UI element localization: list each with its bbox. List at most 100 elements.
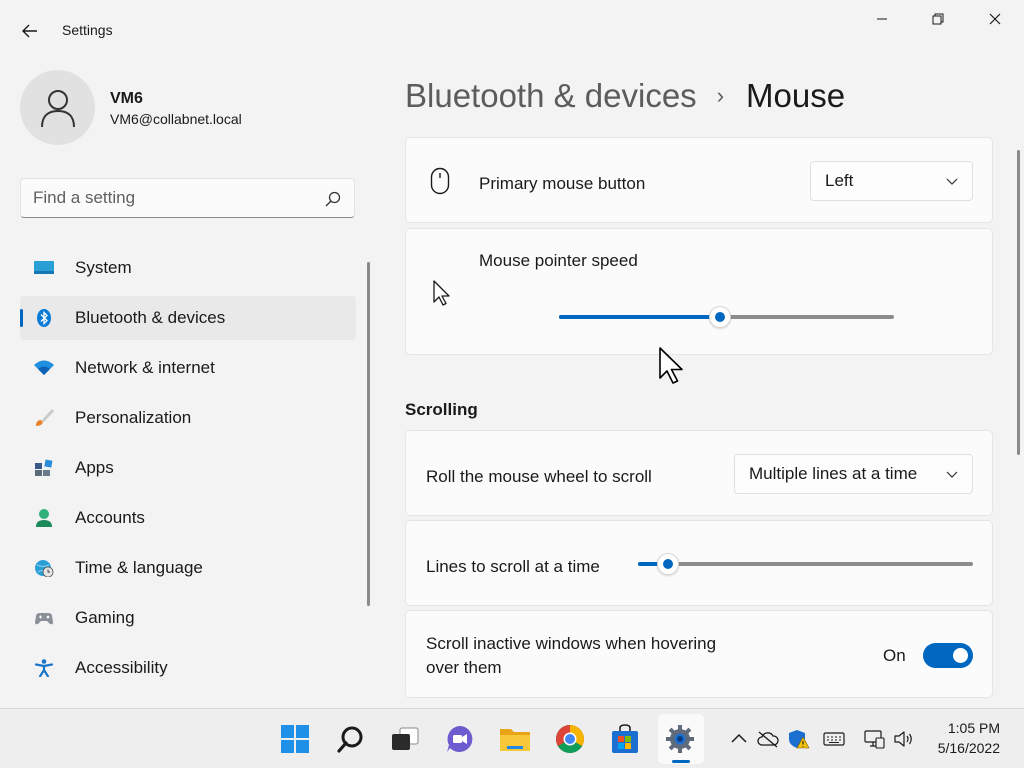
- roll-wheel-dropdown[interactable]: Multiple lines at a time: [734, 454, 973, 494]
- person-icon: [40, 89, 75, 127]
- lines-to-scroll-slider[interactable]: [638, 562, 973, 566]
- globe-clock-icon: [35, 560, 54, 577]
- chevron-down-icon: [946, 178, 958, 185]
- minimize-button[interactable]: [854, 4, 910, 34]
- search-box[interactable]: [20, 178, 355, 218]
- sidebar-item-label: Network & internet: [75, 358, 215, 377]
- scroll-inactive-label-line2: over them: [426, 658, 502, 677]
- pointer-speed-slider-fill: [559, 315, 720, 319]
- sidebar-scrollbar[interactable]: [367, 262, 370, 606]
- avatar[interactable]: [20, 70, 95, 145]
- sidebar-item-network[interactable]: Network & internet: [20, 346, 356, 390]
- lines-to-scroll-card: Lines to scroll at a time: [405, 520, 993, 606]
- page-title: Mouse: [746, 77, 846, 114]
- active-app-indicator: [672, 760, 690, 763]
- taskbar-search-button[interactable]: [334, 722, 368, 756]
- user-email: VM6@collabnet.local: [110, 111, 242, 127]
- pointer-speed-label: Mouse pointer speed: [479, 251, 638, 270]
- search-input[interactable]: [33, 187, 313, 209]
- close-icon: [989, 13, 1001, 25]
- system-icon: [34, 261, 54, 274]
- network-icon[interactable]: [863, 729, 885, 749]
- settings-icon: [666, 725, 694, 753]
- scroll-inactive-toggle[interactable]: [923, 643, 973, 668]
- accounts-icon: [36, 509, 52, 527]
- search-icon[interactable]: [324, 190, 342, 208]
- sidebar-item-accessibility[interactable]: Accessibility: [20, 646, 356, 690]
- breadcrumb-parent[interactable]: Bluetooth & devices: [405, 77, 697, 115]
- breadcrumb: Bluetooth & devices › Mouse: [405, 74, 845, 118]
- chrome-button[interactable]: [553, 722, 587, 756]
- maximize-button[interactable]: [910, 4, 966, 34]
- app-title: Settings: [62, 22, 113, 38]
- primary-mouse-button-dropdown[interactable]: Left: [810, 161, 973, 201]
- volume-icon[interactable]: [893, 729, 915, 749]
- taskbar: [0, 708, 1024, 768]
- sidebar-item-label: Time & language: [75, 558, 203, 577]
- sidebar-item-label: Gaming: [75, 608, 135, 627]
- sidebar-item-label: Accessibility: [75, 658, 168, 677]
- sidebar-item-label: Personalization: [75, 408, 192, 427]
- accessibility-icon: [34, 659, 54, 677]
- sidebar-item-personalization[interactable]: Personalization: [20, 396, 356, 440]
- chat-button[interactable]: [443, 722, 477, 756]
- title-bar: Settings: [0, 0, 1024, 60]
- breadcrumb-separator: ›: [716, 83, 725, 108]
- security-warning-icon[interactable]: [788, 729, 810, 749]
- primary-mouse-button-label: Primary mouse button: [479, 174, 646, 193]
- taskbar-clock-time[interactable]: 1:05 PM: [930, 720, 1000, 736]
- scrolling-section-title: Scrolling: [405, 400, 478, 419]
- sidebar-item-apps[interactable]: Apps: [20, 446, 356, 490]
- pointer-icon: [433, 280, 450, 306]
- pointer-speed-card: Mouse pointer speed: [405, 228, 993, 355]
- pointer-speed-slider-thumb[interactable]: [708, 306, 731, 328]
- search-icon: [337, 726, 363, 753]
- chrome-icon: [556, 725, 584, 753]
- restore-icon: [932, 13, 944, 25]
- sidebar-item-label: Apps: [75, 458, 114, 477]
- sidebar-item-label: System: [75, 258, 132, 277]
- roll-wheel-card: Roll the mouse wheel to scroll Multiple …: [405, 430, 993, 516]
- apps-icon: [35, 459, 53, 476]
- scroll-inactive-label-line1: Scroll inactive windows when hovering: [426, 634, 717, 653]
- sidebar-item-bluetooth[interactable]: Bluetooth & devices: [20, 296, 356, 340]
- primary-mouse-button-card: Primary mouse button Left: [405, 137, 993, 223]
- file-explorer-button[interactable]: [498, 722, 532, 756]
- sidebar-item-gaming[interactable]: Gaming: [20, 596, 356, 640]
- back-arrow-icon: [22, 24, 37, 38]
- file-explorer-icon: [500, 729, 530, 751]
- chevron-down-icon: [946, 471, 958, 478]
- taskbar-clock-date[interactable]: 5/16/2022: [930, 740, 1000, 756]
- task-view-button[interactable]: [388, 722, 422, 756]
- settings-taskbar-button[interactable]: [663, 722, 697, 756]
- sidebar-item-system[interactable]: System: [20, 246, 356, 290]
- back-button[interactable]: [14, 18, 46, 44]
- sidebar-nav: System Bluetooth & devices Network & int…: [20, 246, 356, 696]
- dropdown-value: Left: [825, 171, 854, 190]
- brush-icon: [36, 409, 54, 426]
- mouse-icon: [430, 167, 450, 195]
- chevron-up-icon[interactable]: [728, 729, 750, 749]
- lines-to-scroll-label: Lines to scroll at a time: [426, 557, 600, 576]
- sidebar-item-accounts[interactable]: Accounts: [20, 496, 356, 540]
- roll-wheel-label: Roll the mouse wheel to scroll: [426, 467, 652, 486]
- dropdown-value: Multiple lines at a time: [749, 464, 918, 483]
- minimize-icon: [877, 18, 887, 20]
- keyboard-icon[interactable]: [823, 729, 845, 749]
- content-scrollbar[interactable]: [1017, 150, 1020, 455]
- sidebar-item-label: Bluetooth & devices: [75, 308, 226, 327]
- lines-to-scroll-slider-thumb[interactable]: [657, 553, 680, 575]
- start-button[interactable]: [278, 722, 312, 756]
- store-icon: [612, 724, 638, 753]
- onedrive-icon[interactable]: [757, 729, 779, 749]
- sidebar-item-time-language[interactable]: Time & language: [20, 546, 356, 590]
- wifi-icon: [34, 360, 54, 375]
- store-button[interactable]: [608, 722, 642, 756]
- scroll-inactive-state-label: On: [883, 646, 906, 665]
- task-view-icon: [392, 727, 419, 750]
- sidebar-item-label: Accounts: [75, 508, 145, 527]
- close-button[interactable]: [967, 4, 1023, 34]
- start-icon: [281, 725, 309, 753]
- mouse-cursor-icon: [659, 347, 683, 384]
- chat-icon: [447, 726, 473, 752]
